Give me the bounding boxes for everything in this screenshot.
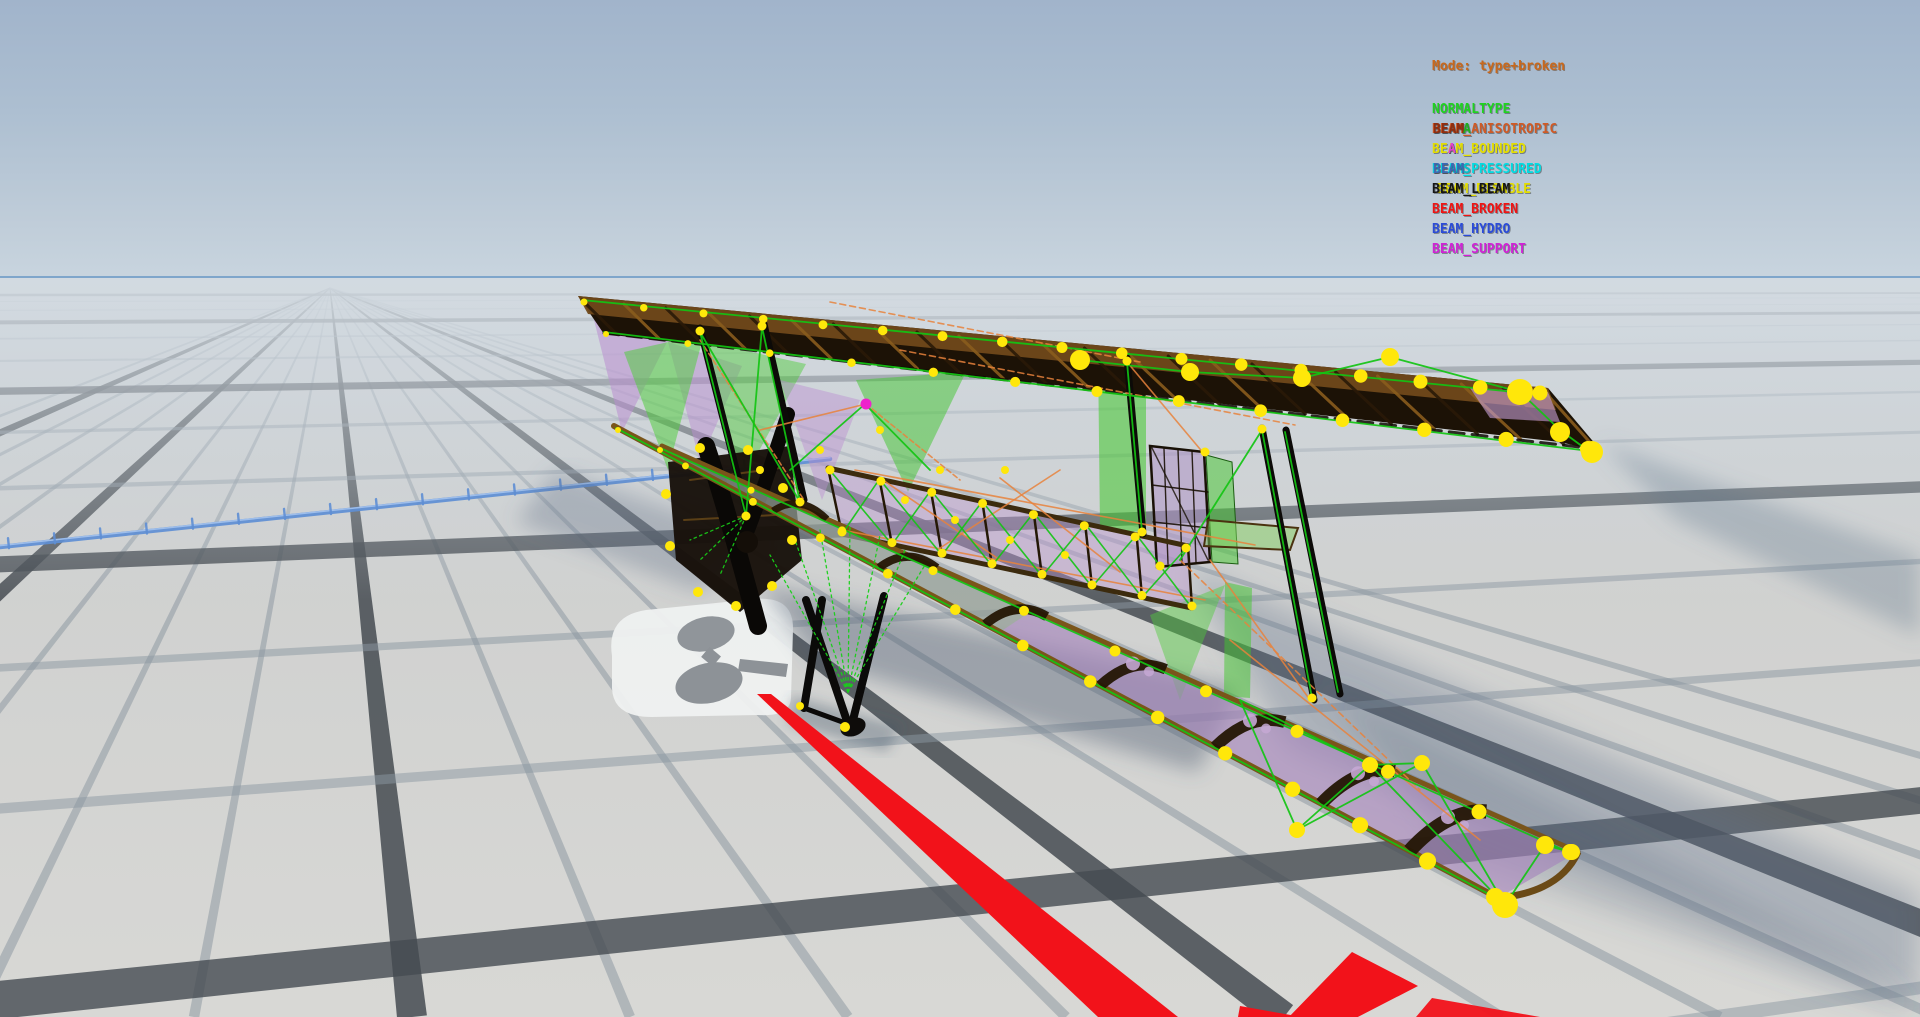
legend-label: BEAM_LBEAM (1432, 182, 1511, 197)
legend-label: BEAM_HYDRO (1432, 222, 1511, 237)
legend-label: BEAM (1433, 122, 1465, 137)
legend-item-beam_bounded: BEAM_BOUNDED A (1432, 140, 1672, 160)
legend-label: NORMALTYPE (1432, 102, 1511, 117)
support-node (860, 398, 872, 410)
legend-item-beam_support: BEAM_SUPPORT (1432, 240, 1672, 260)
legend-item-beam_hydro: BEAM_HYDRO (1432, 220, 1672, 240)
legend-label: S (1463, 162, 1471, 177)
legend-label: BEAM_BOUNDED (1432, 142, 1526, 157)
legend-label: BEAM_BROKEN (1432, 202, 1519, 217)
legend-label: BEAM (1433, 162, 1465, 177)
legend-item-beam_broken: BEAM_BROKEN (1432, 200, 1672, 220)
game-screen: Mode: type+broken NORMALTYPE BEAM_ANISOTR… (0, 0, 1920, 1017)
legend-item-beam_anisotropic: BEAM_ANISOTROPIC BEAM A (1432, 120, 1672, 140)
legend-item-beam_lbeam: BEAM_DISABLE BEAM_LBEAM (1432, 180, 1672, 200)
legend-item-beam_pressured: BEAM_PRESSURED BEAM S (1432, 160, 1672, 180)
beam-debug-legend: Mode: type+broken NORMALTYPE BEAM_ANISOTR… (1432, 57, 1672, 260)
legend-label: BEAM_SUPPORT (1432, 242, 1526, 257)
legend-label: A (1448, 142, 1456, 157)
legend-label: A (1463, 122, 1471, 137)
legend-item-normaltype: NORMALTYPE (1432, 100, 1672, 120)
beam-type-list: NORMALTYPE BEAM_ANISOTROPIC BEAM A BEAM_BOUN… (1432, 100, 1672, 260)
beam-debug-mode: Mode: type+broken (1432, 59, 1566, 74)
